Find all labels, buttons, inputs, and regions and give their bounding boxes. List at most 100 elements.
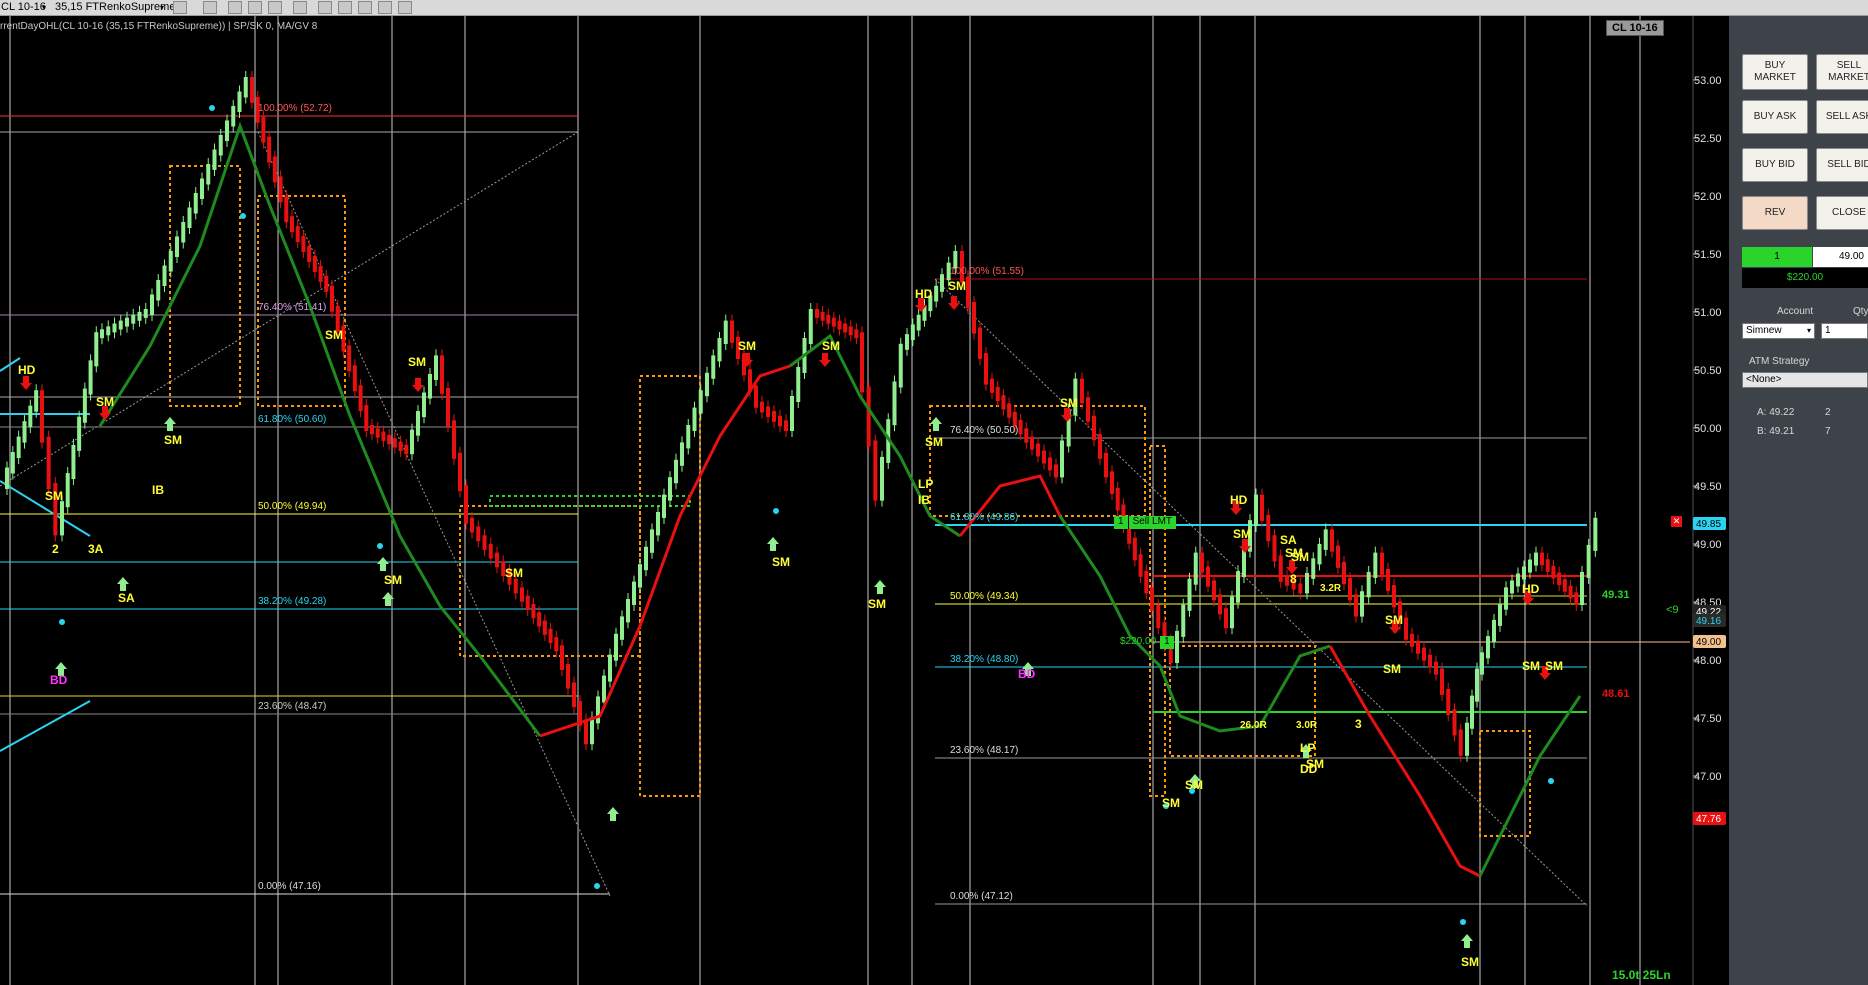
- renko-bar: [1012, 411, 1017, 427]
- signal-label: 3.0R: [1296, 720, 1318, 731]
- renko-bar: [1272, 535, 1277, 562]
- account-select[interactable]: Simnew ▾: [1742, 323, 1815, 339]
- renko-bar: [698, 390, 703, 414]
- fib-level-label: 50.00% (49.94): [258, 501, 326, 512]
- buy-market-button[interactable]: BUY MARKET: [1742, 54, 1808, 90]
- snapshot-icon[interactable]: [378, 1, 392, 14]
- renko-bar: [375, 428, 380, 438]
- sell-ask-button[interactable]: SELL ASK: [1816, 100, 1868, 134]
- zoom-icon[interactable]: [293, 1, 307, 14]
- fib-level-label: 0.00% (47.16): [258, 881, 321, 892]
- renko-bar: [1266, 514, 1271, 542]
- signal-label: SM: [1461, 955, 1479, 969]
- instrument-dropdown-icon[interactable]: ▾: [42, 1, 46, 14]
- renko-bar: [1001, 395, 1006, 410]
- renko-bar: [650, 529, 654, 553]
- instrument-selector[interactable]: CL 10-16: [1, 1, 46, 14]
- crosshair-icon[interactable]: [268, 1, 282, 14]
- renko-bar: [212, 149, 217, 170]
- renko-bar: [520, 587, 524, 602]
- renko-bar: [1156, 604, 1161, 629]
- renko-bar: [272, 156, 277, 183]
- renko-bar: [476, 526, 481, 542]
- cancel-order-icon[interactable]: ✕: [1671, 516, 1682, 527]
- position-pnl-box: $220.00: [1742, 268, 1868, 288]
- sell-limit-qty: 1: [1114, 516, 1129, 529]
- renko-bar: [940, 274, 944, 292]
- renko-bar: [225, 120, 229, 141]
- price-chart[interactable]: 100.00% (52.72) 76.40% (51.41) 61.80% (50.…: [0, 16, 1728, 985]
- signal-label: 2: [52, 542, 59, 556]
- renko-bar: [1580, 571, 1584, 605]
- renko-bar: [1206, 566, 1210, 587]
- sell-limit-order[interactable]: 1 Sell LMT: [1114, 516, 1177, 529]
- indicators-icon[interactable]: [318, 1, 332, 14]
- renko-bar: [1018, 420, 1023, 435]
- chart-trader-panel: BUY MARKET SELL MARKET BUY ASK SELL ASK …: [1729, 16, 1868, 985]
- renko-bar: [290, 216, 294, 233]
- renko-bar: [608, 654, 612, 682]
- renko-bar: [458, 452, 462, 492]
- renko-bar: [34, 390, 39, 412]
- renko-bar: [537, 612, 542, 627]
- bar-type-selector[interactable]: 35,15 FTRenkoSupreme: [55, 1, 175, 14]
- renko-bar: [1132, 537, 1137, 561]
- strategies-icon[interactable]: [338, 1, 352, 14]
- properties-icon[interactable]: [358, 1, 372, 14]
- renko-bar: [626, 599, 630, 623]
- quantity-input[interactable]: 1: [1821, 323, 1868, 339]
- renko-bar: [1110, 471, 1114, 494]
- signal-label: SM: [822, 339, 840, 353]
- renko-bar: [5, 467, 9, 489]
- renko-bar: [1392, 585, 1396, 608]
- renko-bar: [990, 378, 994, 393]
- renko-bar: [131, 314, 136, 324]
- signal-label: SM: [408, 355, 426, 369]
- renko-bar: [1545, 559, 1550, 572]
- renko-bar: [470, 517, 474, 533]
- close-button[interactable]: CLOSE: [1816, 196, 1868, 230]
- renko-bar: [82, 388, 87, 423]
- position-tag[interactable]: $220.00 1: [1116, 636, 1174, 649]
- signal-label: SM: [1233, 527, 1251, 541]
- atm-strategy-select[interactable]: <None>: [1742, 372, 1868, 388]
- pivot-dot: [240, 213, 246, 219]
- renko-bar: [1551, 565, 1556, 579]
- renko-bar: [644, 546, 648, 571]
- pivot-dot: [1548, 778, 1554, 784]
- position-qty-box: 1: [1742, 247, 1812, 267]
- renko-bar: [910, 324, 915, 341]
- bar-style-icon[interactable]: [173, 1, 187, 14]
- renko-bar: [1428, 654, 1432, 668]
- signal-label: SM: [505, 566, 523, 580]
- renko-bar: [1218, 594, 1222, 615]
- bar-type-dropdown-icon[interactable]: ▾: [160, 1, 164, 14]
- buy-ask-button[interactable]: BUY ASK: [1742, 100, 1808, 134]
- renko-bar: [370, 425, 374, 435]
- account-dropdown-icon[interactable]: ▾: [1807, 324, 1811, 338]
- price-tick-label: 50.50: [1694, 365, 1722, 377]
- wrench-icon[interactable]: [248, 1, 262, 14]
- sell-bid-button[interactable]: SELL BID: [1816, 148, 1868, 182]
- renko-bar: [848, 326, 853, 336]
- renko-bar: [674, 459, 678, 484]
- buy-bid-button[interactable]: BUY BID: [1742, 148, 1808, 182]
- pin-icon[interactable]: [228, 1, 242, 14]
- sell-market-button[interactable]: SELL MARKET: [1816, 54, 1868, 90]
- sell-limit-label: Sell LMT: [1128, 516, 1177, 529]
- renko-bar: [1540, 552, 1544, 566]
- renko-bar: [854, 329, 859, 339]
- renko-bar: [984, 353, 988, 385]
- draw-pencil-icon[interactable]: [203, 1, 217, 14]
- signal-label: BD: [1018, 667, 1036, 681]
- signal-label: SM: [1522, 659, 1540, 673]
- renko-bar: [705, 372, 709, 397]
- data-box-icon[interactable]: [398, 1, 412, 14]
- reverse-button[interactable]: REV: [1742, 196, 1808, 230]
- position-price-box: 49.00: [1813, 247, 1868, 267]
- pivot-dot: [209, 105, 215, 111]
- renko-bar: [106, 326, 111, 336]
- renko-bar: [137, 311, 142, 321]
- renko-bar: [1360, 591, 1364, 617]
- renko-bar: [16, 436, 21, 459]
